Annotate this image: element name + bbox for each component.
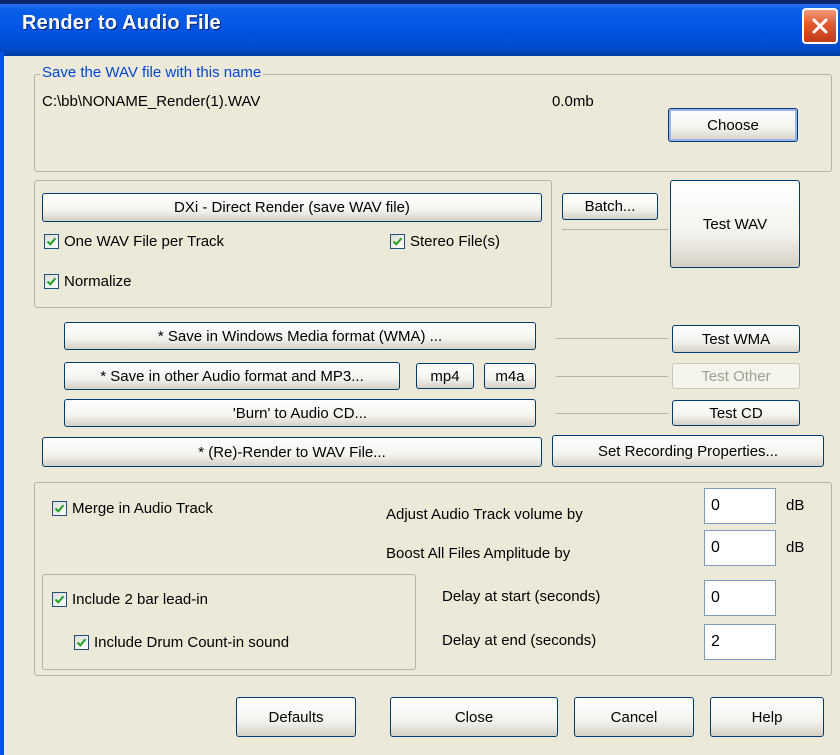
include-drum-countin-checkbox[interactable]: Include Drum Count-in sound — [74, 634, 289, 651]
divider-line — [556, 338, 668, 339]
file-size-text: 0.0mb — [552, 93, 594, 110]
one-wav-label: One WAV File per Track — [64, 233, 225, 250]
close-window-button[interactable] — [802, 8, 838, 44]
stereo-label: Stereo File(s) — [410, 233, 501, 250]
check-icon — [76, 638, 87, 647]
leadin-label: Include 2 bar lead-in — [72, 591, 208, 608]
close-icon — [812, 18, 828, 34]
check-icon — [54, 595, 65, 604]
checkbox-box[interactable] — [390, 234, 405, 249]
m4a-button[interactable]: m4a — [484, 363, 536, 389]
leadin-group — [42, 574, 416, 670]
direct-render-button[interactable]: DXi - Direct Render (save WAV file) — [42, 193, 542, 222]
test-wav-button[interactable]: Test WAV — [670, 180, 800, 268]
save-other-format-button[interactable]: * Save in other Audio format and MP3... — [64, 362, 400, 390]
test-cd-button[interactable]: Test CD — [672, 400, 800, 426]
merge-audio-track-checkbox[interactable]: Merge in Audio Track — [52, 500, 213, 517]
render-dialog: Render to Audio File Save the WAV file w… — [0, 0, 840, 755]
rerender-wav-button[interactable]: * (Re)-Render to WAV File... — [42, 437, 542, 467]
delay-end-input[interactable] — [704, 624, 776, 660]
adjust-unit-label: dB — [786, 497, 805, 514]
window-border — [0, 52, 4, 755]
test-wma-button[interactable]: Test WMA — [672, 325, 800, 353]
boost-unit-label: dB — [786, 539, 805, 556]
window-title: Render to Audio File — [22, 12, 221, 34]
merge-label: Merge in Audio Track — [72, 500, 213, 517]
check-icon — [46, 277, 57, 286]
divider-line — [556, 413, 668, 414]
burn-audio-cd-button[interactable]: 'Burn' to Audio CD... — [64, 399, 536, 427]
adjust-volume-input[interactable] — [704, 488, 776, 524]
checkbox-box[interactable] — [44, 234, 59, 249]
defaults-button[interactable]: Defaults — [236, 697, 356, 737]
set-recording-properties-button[interactable]: Set Recording Properties... — [552, 435, 824, 467]
divider-line — [562, 229, 668, 230]
mp4-button[interactable]: mp4 — [416, 363, 474, 389]
cancel-button[interactable]: Cancel — [574, 697, 694, 737]
stereo-files-checkbox[interactable]: Stereo File(s) — [390, 233, 500, 250]
boost-amplitude-label: Boost All Files Amplitude by — [386, 545, 571, 562]
check-icon — [392, 237, 403, 246]
title-bar: Render to Audio File — [0, 0, 840, 56]
save-wma-button[interactable]: * Save in Windows Media format (WMA) ... — [64, 322, 536, 350]
batch-button[interactable]: Batch... — [562, 193, 658, 220]
checkbox-box[interactable] — [74, 635, 89, 650]
save-group-legend: Save the WAV file with this name — [40, 64, 264, 81]
check-icon — [54, 504, 65, 513]
drum-countin-label: Include Drum Count-in sound — [94, 634, 290, 651]
divider-line — [556, 376, 668, 377]
help-button[interactable]: Help — [710, 697, 824, 737]
include-leadin-checkbox[interactable]: Include 2 bar lead-in — [52, 591, 208, 608]
normalize-label: Normalize — [64, 273, 132, 290]
choose-button[interactable]: Choose — [668, 108, 798, 142]
normalize-checkbox[interactable]: Normalize — [44, 273, 132, 290]
check-icon — [46, 237, 57, 246]
checkbox-box[interactable] — [52, 501, 67, 516]
delay-start-input[interactable] — [704, 580, 776, 616]
file-path-text: C:\bb\NONAME_Render(1).WAV — [42, 93, 261, 110]
close-button[interactable]: Close — [390, 697, 558, 737]
checkbox-box[interactable] — [52, 592, 67, 607]
delay-end-label: Delay at end (seconds) — [442, 632, 597, 649]
checkbox-box[interactable] — [44, 274, 59, 289]
delay-start-label: Delay at start (seconds) — [442, 588, 601, 605]
one-wav-per-track-checkbox[interactable]: One WAV File per Track — [44, 233, 224, 250]
adjust-volume-label: Adjust Audio Track volume by — [386, 506, 583, 523]
test-other-button[interactable]: Test Other — [672, 363, 800, 389]
boost-amplitude-input[interactable] — [704, 530, 776, 566]
